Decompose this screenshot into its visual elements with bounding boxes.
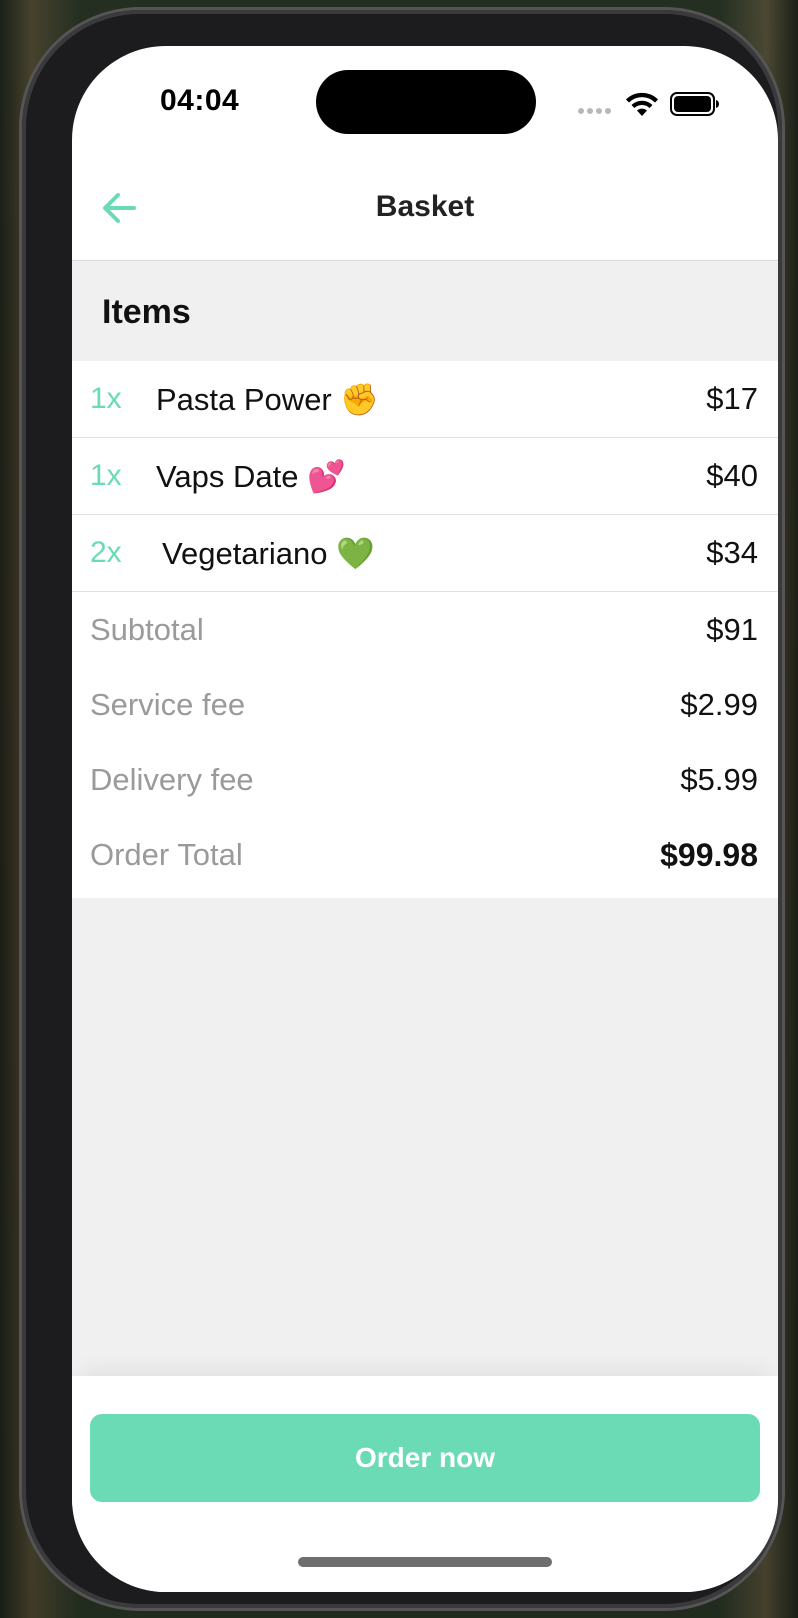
item-quantity: 1x: [90, 382, 122, 415]
item-name: Pasta Power ✊: [156, 382, 379, 417]
order-total-row: Order Total $99.98: [72, 817, 778, 892]
delivery-fee-label: Delivery fee: [90, 762, 254, 797]
item-price: $17: [706, 381, 758, 416]
battery-icon: [670, 92, 719, 116]
item-price: $40: [706, 458, 758, 493]
app-screen: 04:04 Basket Items 1x Pasta Power ✊ $17 …: [72, 46, 778, 1592]
item-quantity: 2x: [90, 536, 122, 569]
section-title: Items: [102, 293, 191, 331]
status-time: 04:04: [160, 84, 240, 117]
order-summary: Subtotal $91 Service fee $2.99 Delivery …: [72, 592, 778, 898]
delivery-fee-row: Delivery fee $5.99: [72, 742, 778, 817]
subtotal-row: Subtotal $91: [72, 592, 778, 667]
service-fee-label: Service fee: [90, 687, 246, 722]
basket-item-row[interactable]: 1x Pasta Power ✊ $17: [72, 361, 778, 438]
basket-item-row[interactable]: 2x Vegetariano 💚 $34: [72, 515, 778, 592]
page-title: Basket: [375, 190, 475, 223]
item-name: Vaps Date 💕: [156, 459, 346, 494]
order-total-value: $99.98: [660, 837, 758, 873]
subtotal-value: $91: [706, 612, 758, 647]
item-quantity: 1x: [90, 459, 122, 492]
status-bar: 04:04: [72, 46, 778, 156]
service-fee-value: $2.99: [680, 687, 758, 722]
phone-frame: 04:04 Basket Items 1x Pasta Power ✊ $17 …: [22, 10, 782, 1608]
items-section-header: Items: [72, 261, 778, 361]
order-now-button[interactable]: Order now: [90, 1414, 760, 1502]
service-fee-row: Service fee $2.99: [72, 667, 778, 742]
cellular-signal-icon: [578, 108, 612, 114]
item-name: Vegetariano 💚: [162, 536, 375, 571]
dynamic-island: [316, 70, 536, 134]
delivery-fee-value: $5.99: [680, 762, 758, 797]
home-indicator[interactable]: [298, 1557, 552, 1567]
item-price: $34: [706, 535, 758, 570]
basket-item-row[interactable]: 1x Vaps Date 💕 $40: [72, 438, 778, 515]
order-total-label: Order Total: [90, 837, 243, 872]
wifi-icon: [626, 92, 658, 116]
subtotal-label: Subtotal: [90, 612, 204, 647]
navigation-bar: Basket: [72, 156, 778, 261]
basket-content: Items 1x Pasta Power ✊ $17 1x Vaps Date …: [72, 261, 778, 1415]
